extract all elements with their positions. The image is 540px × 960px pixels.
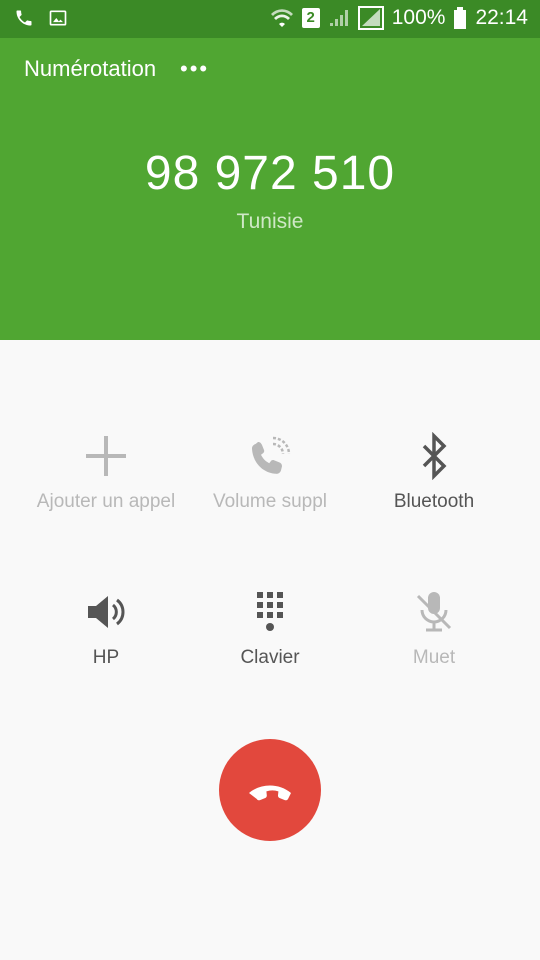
bluetooth-label: Bluetooth [393,491,475,512]
status-bar-notifications [14,8,68,28]
speaker-label: HP [92,647,120,668]
phone-call-icon [16,10,32,26]
mute-label: Muet [412,647,456,668]
speaker-button[interactable]: HP [21,588,191,670]
battery-percent: 100% [391,6,446,29]
mic-off-icon [416,592,452,632]
clock: 22:14 [475,6,528,29]
battery-icon [454,7,467,29]
extra-volume-button[interactable]: Volume suppl [185,432,355,514]
bluetooth-button[interactable]: Bluetooth [349,432,519,514]
status-bar-system: 2 100% 22:14 [270,6,528,30]
plus-icon [86,436,126,476]
keypad-label: Clavier [240,647,300,668]
call-status: Numérotation [24,56,157,81]
wifi-icon [270,9,293,27]
status-bar: 2 100% 22:14 [0,0,540,38]
add-call-button[interactable]: Ajouter un appel [21,432,191,514]
extra-volume-label: Volume suppl [212,491,328,512]
call-status-dots: ••• [180,56,210,81]
signal-sim2-icon [357,6,384,30]
speaker-icon [88,596,125,628]
end-call-button[interactable] [219,739,321,841]
sim-indicator: 2 [301,8,320,28]
call-country: Tunisie [236,210,304,233]
image-icon [49,10,67,26]
keypad-button[interactable]: Clavier [185,588,355,670]
signal-icon [329,10,348,26]
phone-number: 98 972 510 [144,147,396,200]
add-call-label: Ajouter un appel [36,491,176,512]
call-header: Numérotation ••• 98 972 510 Tunisie [0,38,540,340]
phone-hangup-icon [249,785,291,801]
dialpad-icon [257,592,283,631]
mute-button[interactable]: Muet [349,588,519,670]
phone-volume-icon [251,436,291,474]
bluetooth-icon [422,432,447,480]
